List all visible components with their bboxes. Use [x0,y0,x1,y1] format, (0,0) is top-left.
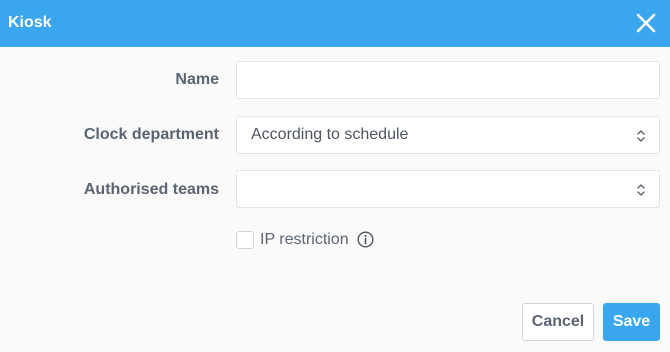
cancel-button[interactable]: Cancel [522,303,594,341]
save-button[interactable]: Save [603,303,660,341]
name-input[interactable] [236,61,660,99]
name-label: Name [175,71,219,88]
close-icon[interactable] [634,11,658,35]
kiosk-dialog: Kiosk Name Clock department According to… [0,0,670,352]
authorised-teams-label: Authorised teams [83,181,219,198]
info-icon[interactable] [357,231,374,248]
ip-restriction-checkbox[interactable] [236,231,254,249]
chevron-up-down-icon [637,129,645,143]
authorised-teams-select[interactable] [236,170,660,208]
chevron-up-down-icon [637,183,645,197]
dialog-title: Kiosk [8,14,52,31]
dialog-header: Kiosk [0,0,670,47]
clock-department-select[interactable]: According to schedule [236,116,660,154]
ip-restriction-label: IP restriction [260,231,349,248]
clock-department-label: Clock department [83,126,219,143]
clock-department-value: According to schedule [251,126,409,143]
